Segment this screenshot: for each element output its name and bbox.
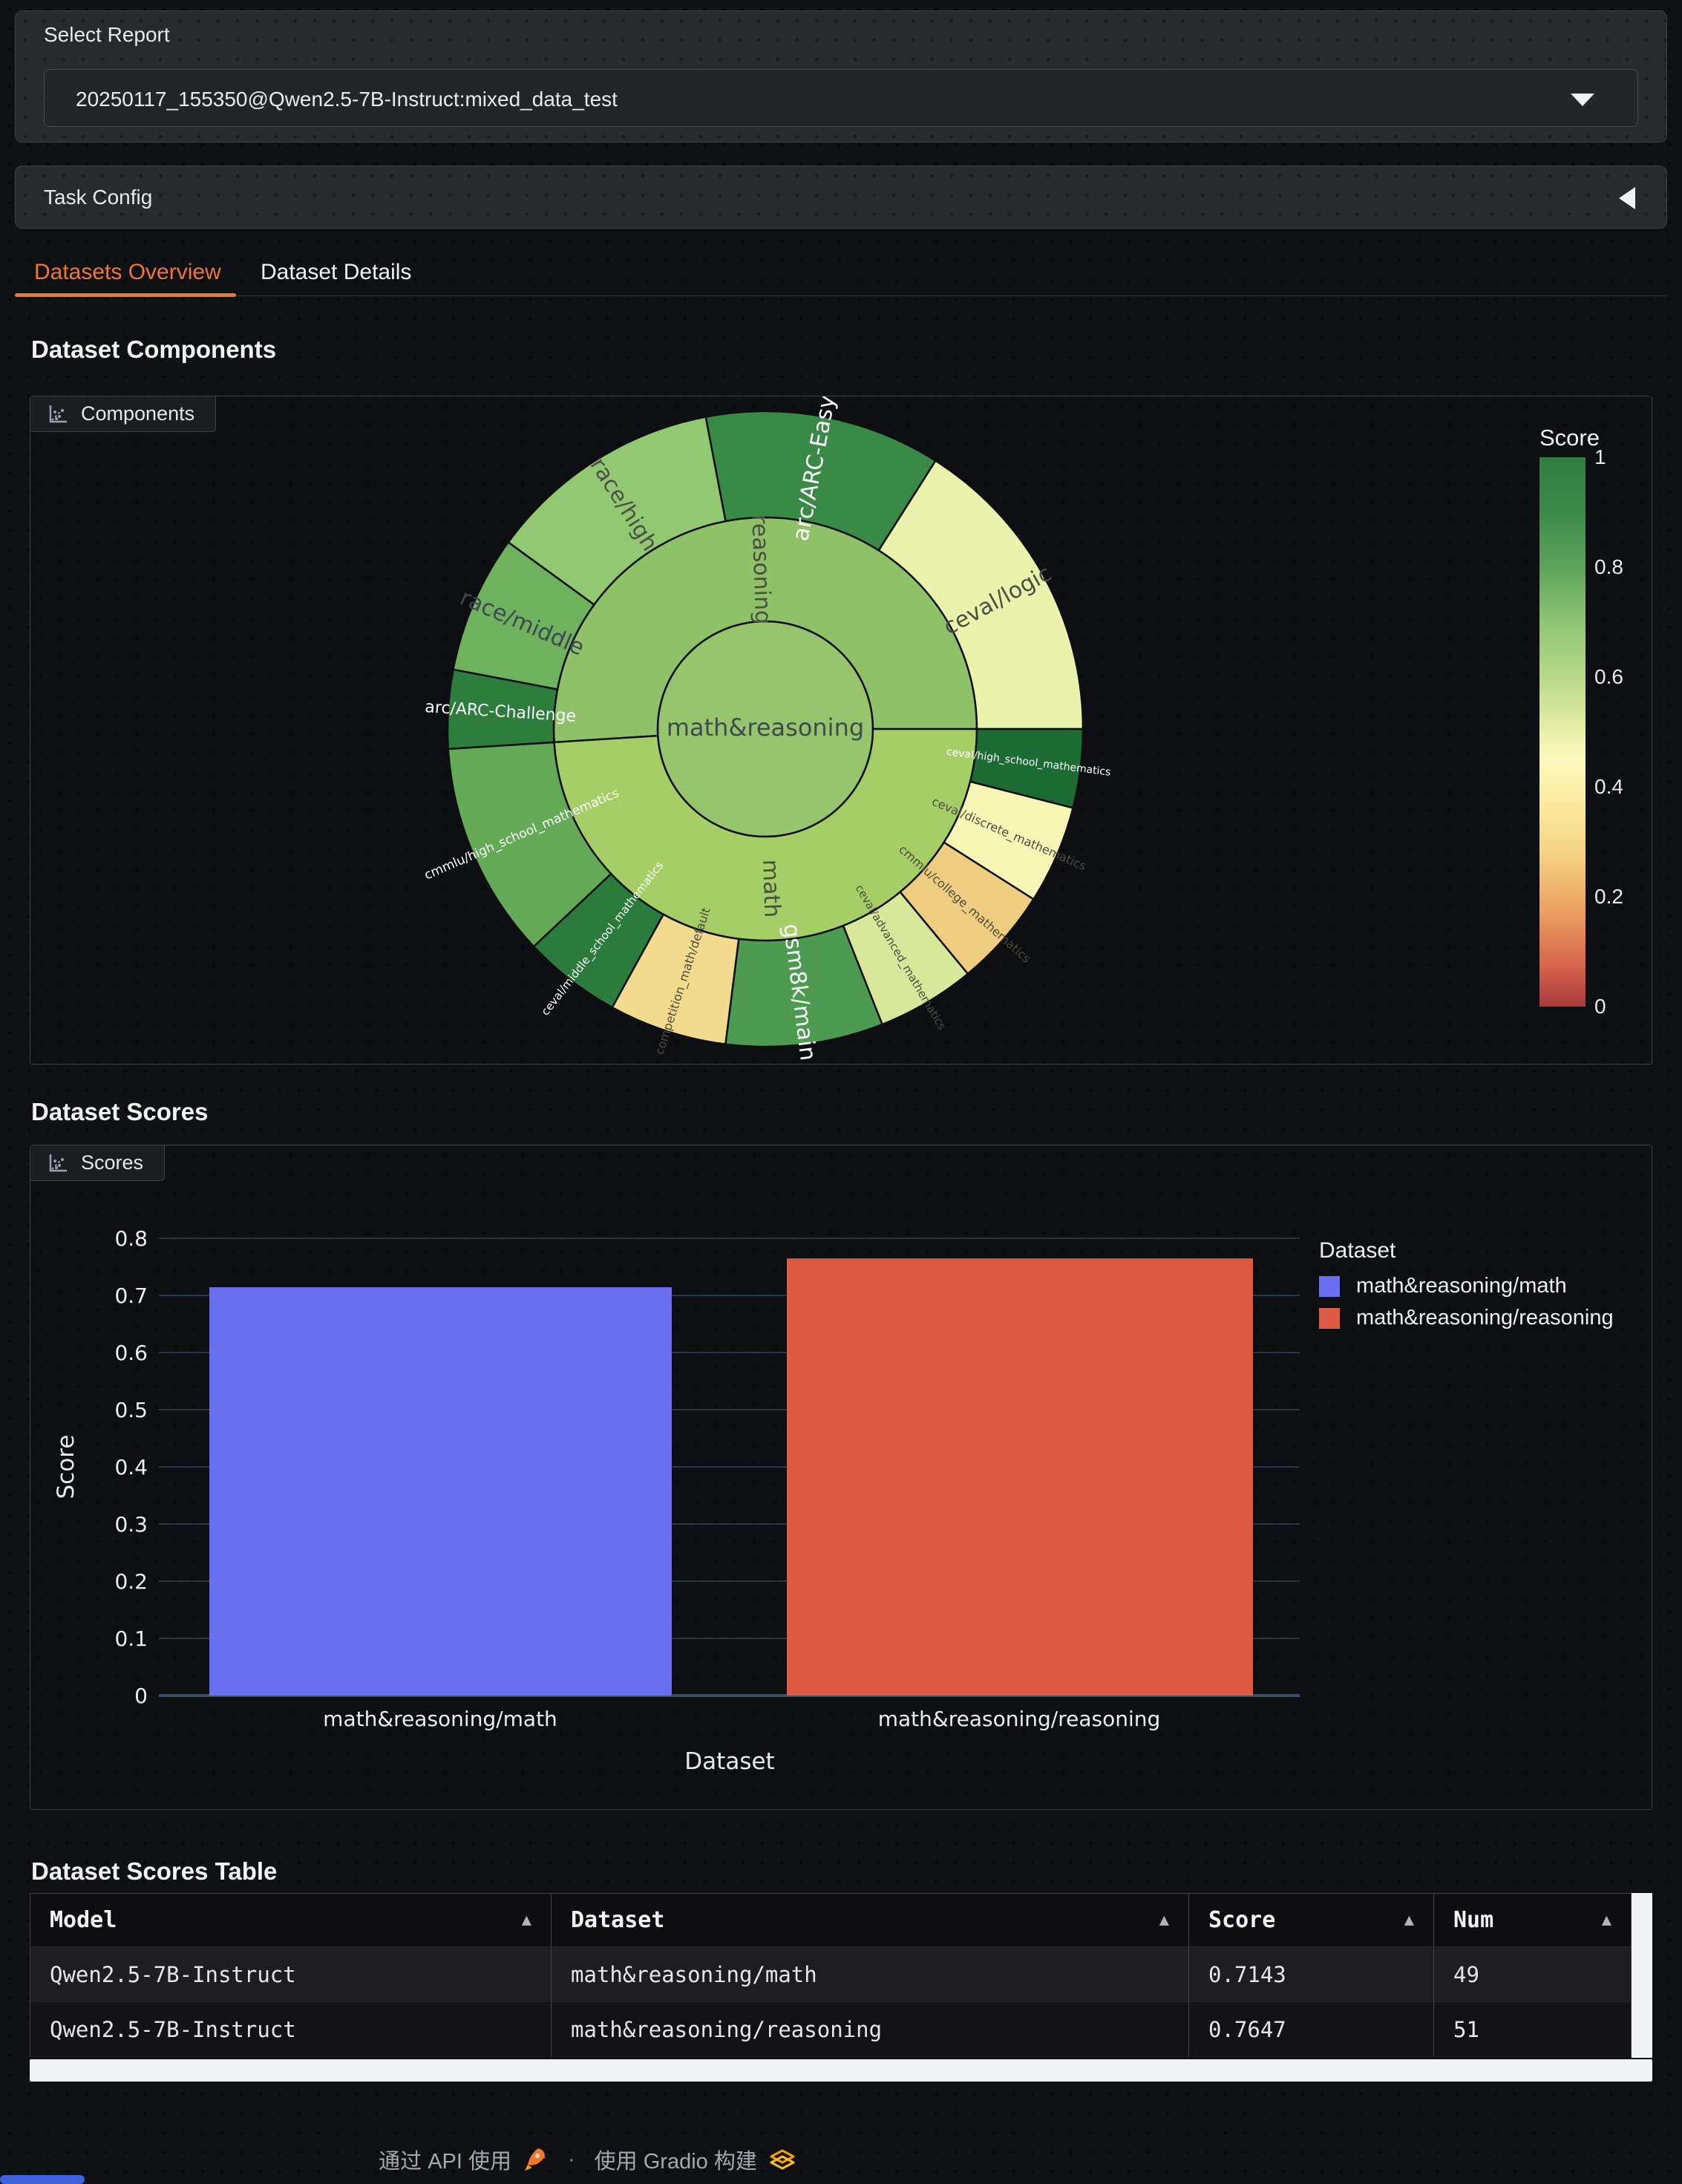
dataset-scores-title: Dataset Scores (31, 1098, 208, 1126)
legend-label: math&reasoning/reasoning (1356, 1306, 1614, 1330)
scores-chip[interactable]: Scores (30, 1145, 165, 1181)
colorbar-title: Score (1539, 425, 1600, 451)
scores-chip-label: Scores (81, 1151, 143, 1174)
table-horizontal-scrollbar[interactable] (30, 2059, 1652, 2082)
components-chip-label: Components (81, 402, 194, 425)
y-tick-label: 0.4 (114, 1455, 148, 1480)
table-header-num[interactable]: Num ▲ (1434, 1894, 1631, 1947)
table-header-dataset[interactable]: Dataset ▲ (552, 1894, 1189, 1947)
colorbar-tick-label: 0 (1594, 995, 1606, 1019)
y-tick-label: 0.8 (114, 1226, 148, 1251)
sort-ascending-icon[interactable]: ▲ (522, 1911, 531, 1929)
bar[interactable] (209, 1287, 672, 1696)
task-config-accordion[interactable]: Task Config (15, 166, 1667, 229)
scores-plot-panel: Scores 0 0.1 0.2 0.3 0.4 0.5 0.6 0.7 0.8 math&rea… (30, 1145, 1652, 1810)
components-plot-panel: Components math&reasoningreasoningmathce… (30, 396, 1652, 1065)
y-tick-label: 0.2 (114, 1569, 148, 1594)
x-tick-label: math&reasoning/math (323, 1707, 557, 1731)
task-config-label: Task Config (44, 186, 152, 209)
legend-swatch (1319, 1308, 1340, 1329)
table-vertical-scrollbar[interactable] (1632, 1893, 1652, 2058)
legend-entry[interactable]: math&reasoning/math (1319, 1274, 1614, 1298)
y-axis-title: Score (53, 1435, 79, 1500)
y-tick-label: 0.1 (114, 1626, 148, 1651)
chevron-left-icon (1619, 187, 1635, 209)
sunburst-chart: math&reasoningreasoningmathceval/logicce… (30, 396, 1652, 1064)
score-colorbar (1539, 457, 1586, 1007)
sunburst-center-label: math&reasoning (667, 713, 864, 742)
y-tick-label: 0.7 (114, 1284, 148, 1308)
table-header-label: Dataset (571, 1907, 664, 1933)
report-dropdown[interactable]: 20250117_155350@Qwen2.5-7B-Instruct:mixe… (44, 69, 1638, 127)
bar-legend: Dataset math&reasoning/math math&reasonin… (1319, 1238, 1614, 1338)
table-header-score[interactable]: Score ▲ (1189, 1894, 1434, 1947)
footer-separator: · (568, 2148, 575, 2172)
legend-entry[interactable]: math&reasoning/reasoning (1319, 1306, 1614, 1330)
footer-built-link[interactable]: 使用 Gradio 构建 (595, 2144, 757, 2175)
components-chip[interactable]: Components (30, 396, 216, 432)
sunburst-label: math (757, 859, 785, 918)
table-header-label: Model (50, 1907, 117, 1933)
colorbar-tick-label: 0.8 (1594, 555, 1623, 579)
legend-swatch (1319, 1276, 1340, 1297)
x-tick-label: math&reasoning/reasoning (878, 1707, 1161, 1731)
x-axis-title: Dataset (684, 1748, 774, 1775)
table-cell: 0.7143 (1189, 1947, 1434, 2002)
table-cell: math&reasoning/math (552, 1947, 1189, 2002)
colorbar-tick-label: 0.2 (1594, 885, 1623, 909)
table-cell: 49 (1434, 1947, 1631, 2002)
dataset-scores-table: Model ▲ Dataset ▲ Score ▲ Num ▲ Qwen2.5-7B-Instr… (30, 1893, 1652, 2083)
gradio-logo-icon (769, 2146, 796, 2173)
y-tick-label: 0 (134, 1684, 148, 1708)
dataset-scores-table-title: Dataset Scores Table (31, 1857, 277, 1886)
select-report-label: Select Report (44, 23, 170, 47)
tab-bar: Datasets Overview Dataset Details (15, 250, 1667, 296)
sunburst-label: reasoning (746, 514, 776, 625)
table-header-model[interactable]: Model ▲ (30, 1894, 552, 1947)
y-tick-label: 0.3 (114, 1512, 148, 1537)
footer: 通过 API 使用 · 使用 Gradio 构建 (0, 2142, 1174, 2177)
legend-title: Dataset (1319, 1238, 1614, 1263)
tab-datasets-overview[interactable]: Datasets Overview (34, 250, 221, 295)
dataset-components-title: Dataset Components (31, 336, 276, 364)
colorbar-tick-label: 1 (1594, 445, 1606, 469)
select-report-panel: Select Report 20250117_155350@Qwen2.5-7B… (15, 10, 1667, 143)
footer-api-link[interactable]: 通过 API 使用 (379, 2144, 511, 2175)
bar[interactable] (787, 1258, 1253, 1696)
report-dropdown-value: 20250117_155350@Qwen2.5-7B-Instruct:mixe… (76, 88, 618, 111)
table-cell: Qwen2.5-7B-Instruct (30, 2002, 552, 2057)
tab-dataset-details[interactable]: Dataset Details (261, 250, 411, 295)
colorbar-tick-label: 0.4 (1594, 775, 1623, 799)
y-tick-label: 0.6 (114, 1341, 148, 1365)
table-cell: 0.7647 (1189, 2002, 1434, 2057)
colorbar-tick-label: 0.6 (1594, 665, 1623, 689)
sort-ascending-icon[interactable]: ▲ (1159, 1911, 1169, 1929)
page-horizontal-scrollbar-thumb[interactable] (0, 2175, 85, 2184)
table-cell: math&reasoning/reasoning (552, 2002, 1189, 2057)
y-tick-label: 0.5 (114, 1398, 148, 1422)
active-tab-underline (15, 293, 236, 297)
table-cell: 51 (1434, 2002, 1631, 2057)
legend-label: math&reasoning/math (1356, 1274, 1567, 1298)
scatter-chart-icon (47, 1152, 69, 1174)
sort-ascending-icon[interactable]: ▲ (1404, 1911, 1414, 1929)
table-header-label: Score (1208, 1907, 1275, 1933)
rocket-icon (523, 2147, 549, 2172)
sort-ascending-icon[interactable]: ▲ (1602, 1911, 1611, 1929)
table-header-label: Num (1453, 1907, 1493, 1933)
page: Select Report 20250117_155350@Qwen2.5-7B… (0, 0, 1682, 2184)
table-cell: Qwen2.5-7B-Instruct (30, 1947, 552, 2002)
scatter-chart-icon (47, 403, 69, 425)
chevron-down-icon (1571, 94, 1594, 106)
